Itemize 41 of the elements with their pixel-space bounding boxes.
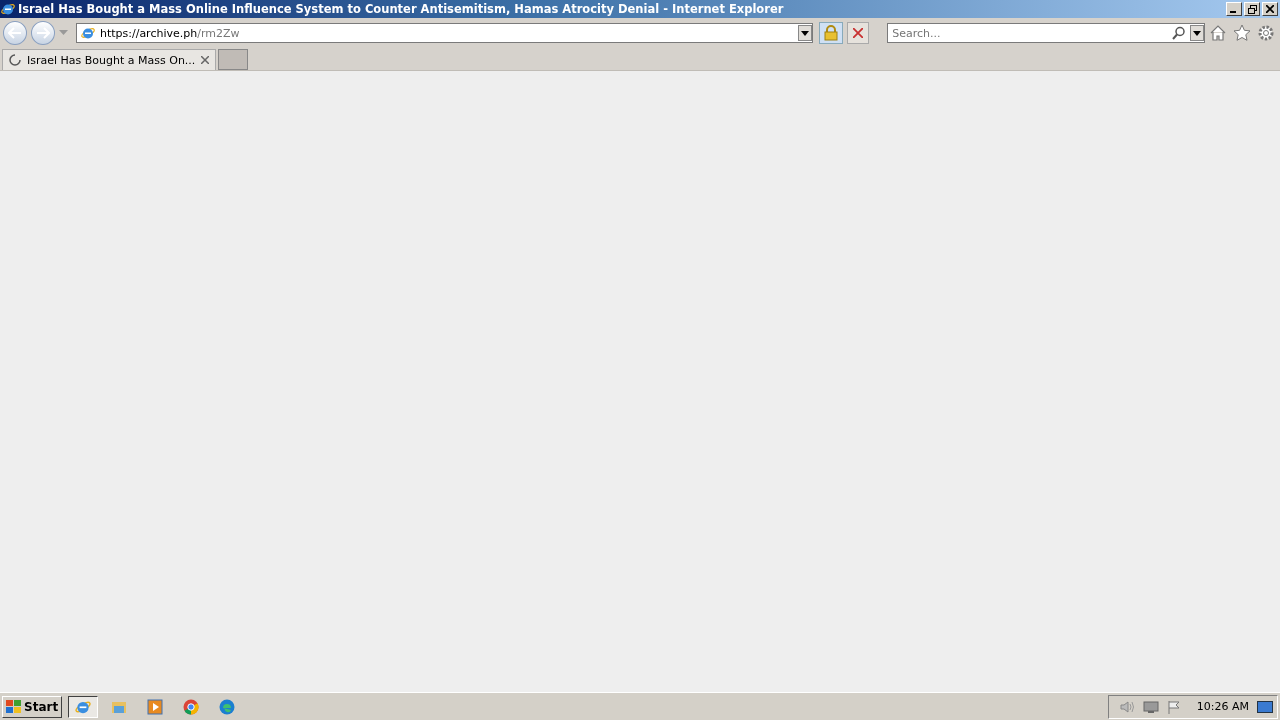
close-icon (853, 28, 864, 38)
restore-button[interactable] (1244, 2, 1260, 16)
forward-arrow-icon (35, 27, 50, 39)
media-player-icon (147, 698, 164, 715)
lock-button[interactable] (819, 22, 844, 44)
settings-icon[interactable] (1257, 24, 1275, 42)
close-button[interactable] (1262, 2, 1278, 16)
star-icon[interactable] (1233, 24, 1251, 42)
address-field[interactable]: https://archive.ph/rm2Zw (75, 23, 814, 43)
forward-button[interactable] (31, 21, 55, 45)
dropdown-button[interactable] (798, 25, 813, 41)
window-title: Israel Has Bought a Mass Online Influence System to Counter Antisemitism, Hamas Atrocity Denial - Internet Explorer (18, 2, 784, 16)
windows-logo-icon (6, 699, 22, 714)
browser-tab[interactable]: Israel Has Bought a Mass On... (2, 49, 217, 70)
dropdown-button[interactable] (1190, 25, 1204, 41)
show-desktop-icon[interactable] (1257, 700, 1273, 713)
stop-button[interactable] (847, 22, 870, 44)
search-icon[interactable] (1172, 26, 1186, 40)
edge-icon (219, 698, 236, 715)
caret-icon (1193, 30, 1201, 36)
back-button[interactable] (3, 21, 27, 45)
minimize-button[interactable] (1226, 2, 1242, 16)
caret-icon (801, 30, 810, 36)
close-icon[interactable] (201, 56, 210, 64)
clock: 10:26 AM (1196, 700, 1249, 713)
home-icon[interactable] (1209, 24, 1227, 42)
padlock-icon (824, 25, 839, 41)
network-icon[interactable] (1142, 699, 1159, 714)
ie-icon (79, 25, 96, 41)
close-icon (1266, 5, 1274, 13)
restore-icon (1247, 4, 1257, 14)
back-arrow-icon (8, 27, 22, 39)
url-text: https://archive.ph/rm2Zw (99, 26, 241, 40)
start-button[interactable]: Start (2, 695, 63, 718)
chrome-icon (183, 698, 200, 715)
new-tab-button[interactable] (218, 49, 249, 70)
tab-title: Israel Has Bought a Mass On... (27, 53, 196, 67)
ie-icon (0, 1, 16, 17)
folder-icon (111, 699, 128, 714)
taskbar-button[interactable] (68, 695, 99, 718)
search-field[interactable]: Search... (887, 23, 1205, 43)
